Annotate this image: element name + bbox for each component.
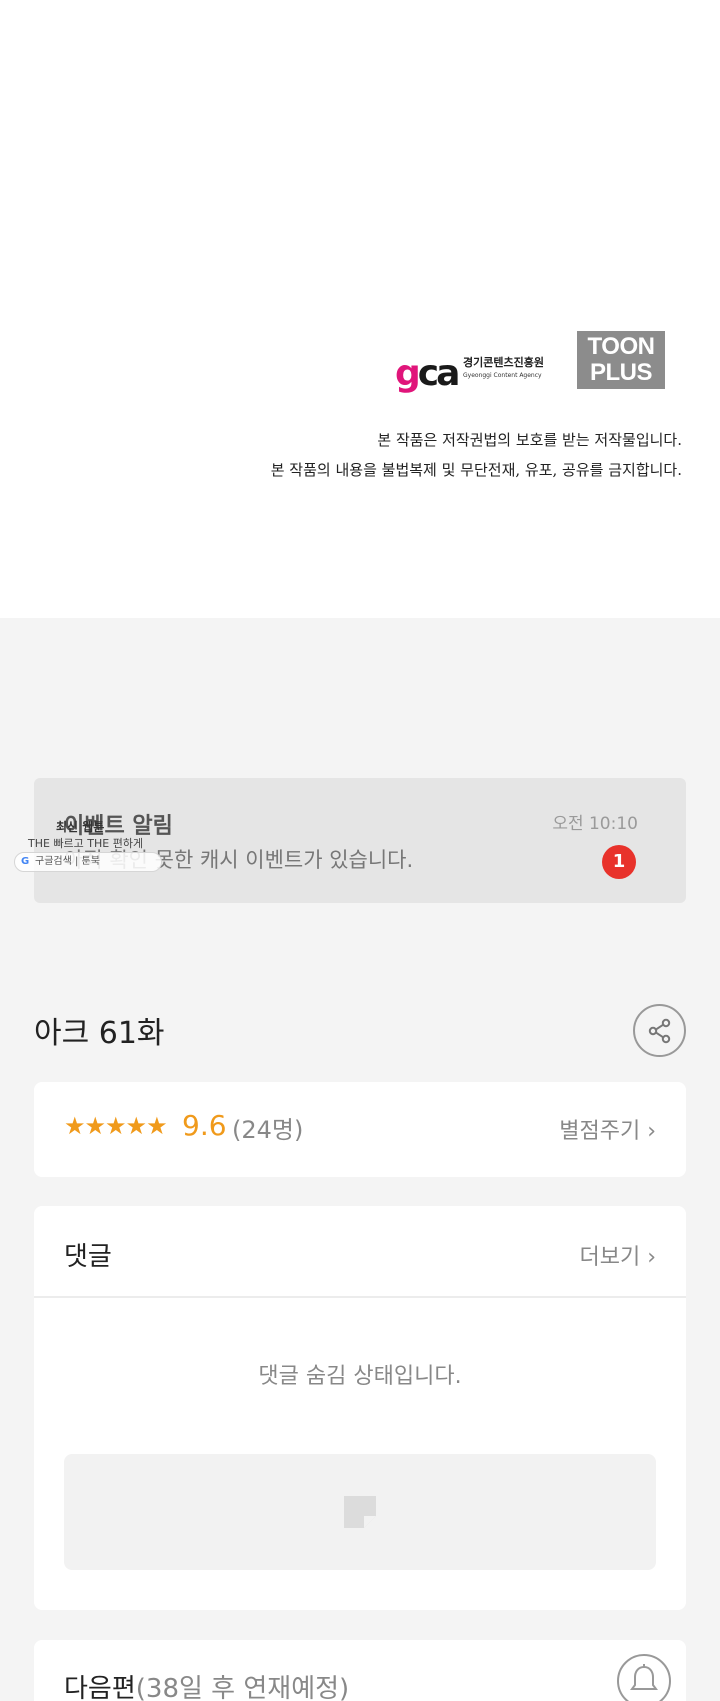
rating-card: ★★★★★ 9.6 (24명) 별점주기 › — [34, 1082, 686, 1177]
webtoon-footer-area: gca 경기콘텐츠진흥원 Gyeonggi Content Agency TOO… — [0, 0, 720, 618]
rating-count: (24명) — [232, 1116, 304, 1144]
ad-headline: 최신 웹툰 — [56, 820, 105, 834]
toonplus-logo-line1: TOON — [587, 333, 655, 360]
copyright-line-1: 본 작품은 저작권법의 보호를 받는 저작물입니다. — [377, 431, 682, 449]
share-icon — [648, 1018, 670, 1043]
rate-button[interactable]: 별점주기 › — [559, 1113, 656, 1145]
ad-search-pill[interactable]: G 구글검색 | 툰북 — [14, 852, 162, 872]
comment-placeholder-icon — [344, 1496, 376, 1528]
next-episode-card[interactable]: 다음편(38일 후 연재예정) — [34, 1640, 686, 1701]
bell-icon — [630, 1664, 658, 1690]
comments-more-link[interactable]: 더보기 › — [579, 1239, 656, 1271]
notification-badge: 1 — [602, 845, 636, 879]
gca-org-name: 경기콘텐츠진흥원 — [463, 356, 544, 369]
toonplus-logo-line2: PLUS — [589, 359, 653, 386]
share-button[interactable] — [633, 1004, 686, 1057]
gca-logo-mark: gca — [395, 353, 460, 394]
comments-hidden-message: 댓글 숨김 상태입니다. — [258, 1364, 462, 1389]
ad-tagline: THE 빠르고 THE 편하게 — [28, 837, 144, 850]
next-episode-label: 다음편 — [64, 1674, 136, 1701]
google-icon: G — [21, 856, 30, 867]
notification-time: 오전 10:10 — [552, 814, 638, 834]
next-episode-schedule: (38일 후 연재예정) — [135, 1674, 350, 1701]
next-episode-title: 다음편(38일 후 연재예정) — [64, 1668, 349, 1701]
comments-title: 댓글 — [64, 1242, 112, 1272]
comments-card: 댓글 더보기 › 댓글 숨김 상태입니다. — [34, 1206, 686, 1610]
comments-divider — [34, 1296, 686, 1298]
ad-search-text: 구글검색 | 툰북 — [35, 856, 100, 867]
episode-title: 아크 61화 — [34, 1016, 165, 1051]
copyright-line-2: 본 작품의 내용을 불법복제 및 무단전재, 유포, 공유를 금지합니다. — [270, 461, 682, 479]
rating-score: 9.6 — [182, 1109, 227, 1142]
gca-org-name-en: Gyeonggi Content Agency — [463, 372, 542, 379]
rating-stars: ★★★★★ — [64, 1112, 168, 1140]
ad-overlay-banner[interactable]: 최신 웹툰 THE 빠르고 THE 편하게 G 구글검색 | 툰북 — [14, 818, 162, 874]
copyright-notice: 본 작품은 저작권법의 보호를 받는 저작물입니다. 본 작품의 내용을 불법복… — [271, 425, 682, 485]
notify-button[interactable] — [617, 1654, 671, 1701]
gca-logo: gca 경기콘텐츠진흥원 Gyeonggi Content Agency — [395, 352, 555, 396]
comment-placeholder-box — [64, 1454, 656, 1570]
toonplus-logo: TOON PLUS — [577, 331, 665, 389]
